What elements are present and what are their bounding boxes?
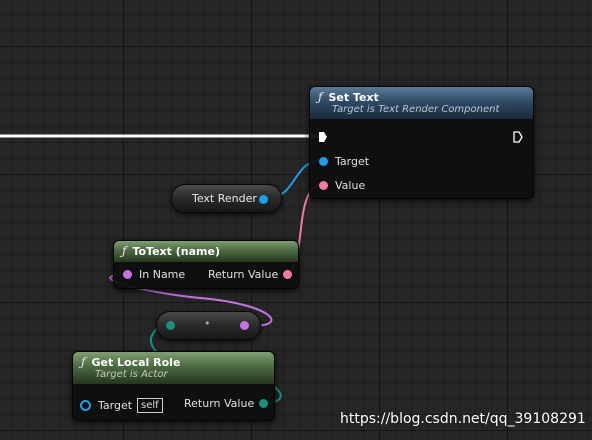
self-default-box[interactable]: self bbox=[137, 398, 163, 413]
object-pin-icon[interactable] bbox=[259, 195, 268, 204]
target-pin[interactable]: Target bbox=[319, 155, 369, 168]
target-pin[interactable]: Target self bbox=[80, 398, 163, 413]
node-title: Get Local Role bbox=[91, 356, 181, 369]
value-pin-label: Value bbox=[335, 179, 366, 192]
target-pin-label: Target bbox=[98, 399, 133, 412]
in-name-label: In Name bbox=[139, 268, 186, 281]
exec-out-pin[interactable] bbox=[513, 131, 523, 143]
conversion-dot: • bbox=[204, 317, 211, 330]
text-pin-icon bbox=[319, 181, 328, 190]
return-value-pin[interactable]: Return Value bbox=[208, 268, 293, 281]
exec-in-icon bbox=[319, 132, 327, 142]
return-value-label: Return Value bbox=[184, 397, 255, 410]
in-name-pin[interactable]: In Name bbox=[123, 268, 185, 281]
text-pin-icon bbox=[283, 270, 293, 279]
function-icon: ƒ bbox=[318, 90, 323, 104]
exec-out-icon bbox=[513, 131, 523, 143]
object-pin-icon bbox=[319, 157, 328, 166]
value-pin[interactable]: Value bbox=[319, 179, 365, 192]
enum-pin-icon[interactable] bbox=[166, 321, 175, 330]
object-pin-icon bbox=[80, 400, 91, 411]
node-subtitle: Target is Text Render Component bbox=[332, 104, 500, 115]
return-value-label: Return Value bbox=[208, 268, 279, 281]
name-pin-icon[interactable] bbox=[240, 321, 249, 330]
totext-node[interactable]: ƒ ToText (name) In Name Return Value bbox=[113, 240, 299, 289]
target-pin-label: Target bbox=[335, 155, 370, 168]
get-local-role-header[interactable]: ƒ Get Local Role Target is Actor bbox=[73, 352, 274, 384]
get-local-role-node[interactable]: ƒ Get Local Role Target is Actor Target s… bbox=[72, 351, 275, 421]
node-subtitle: Target is Actor bbox=[95, 369, 168, 380]
totext-header[interactable]: ƒ ToText (name) bbox=[114, 241, 298, 262]
conversion-node[interactable]: • bbox=[156, 311, 261, 340]
node-title: ToText (name) bbox=[132, 245, 220, 258]
text-render-variable-node[interactable]: Text Render bbox=[171, 184, 282, 213]
variable-label: Text Render bbox=[192, 192, 257, 205]
node-title: Set Text bbox=[328, 91, 379, 104]
watermark: https://blog.csdn.net/qq_39108291 bbox=[340, 411, 586, 427]
name-pin-icon bbox=[123, 270, 132, 279]
set-text-header[interactable]: ƒ Set Text Target is Text Render Componen… bbox=[310, 87, 533, 119]
function-icon: ƒ bbox=[122, 244, 127, 258]
set-text-node[interactable]: ƒ Set Text Target is Text Render Componen… bbox=[309, 86, 534, 199]
function-icon: ƒ bbox=[81, 355, 86, 369]
exec-in-pin[interactable] bbox=[318, 131, 328, 143]
return-value-pin[interactable]: Return Value bbox=[184, 397, 269, 410]
enum-pin-icon bbox=[259, 399, 269, 408]
